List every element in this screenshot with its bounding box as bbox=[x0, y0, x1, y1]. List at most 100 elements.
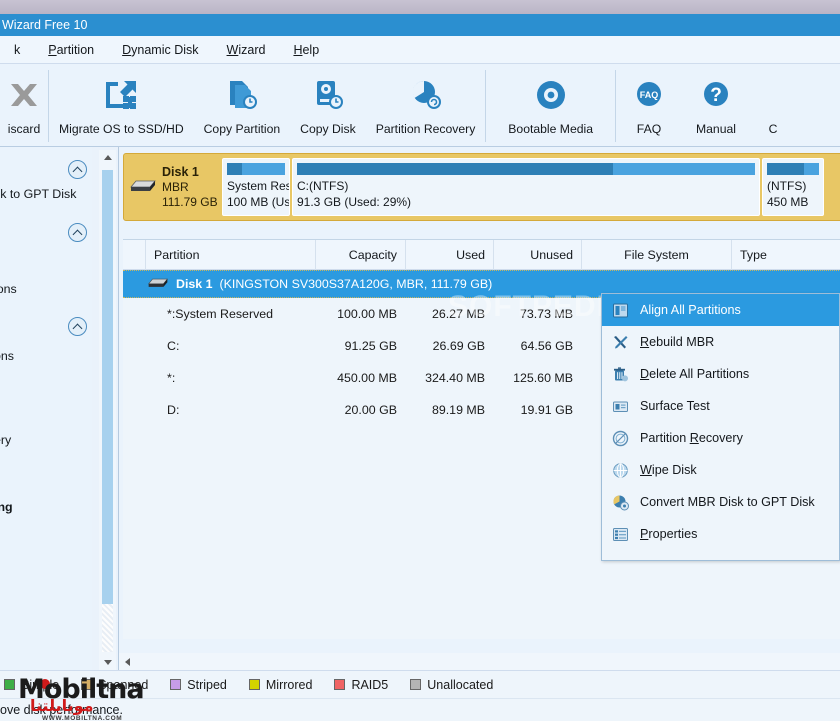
sidebar-item-convert-to-gpt[interactable]: sk to GPT Disk bbox=[0, 187, 76, 201]
usage-bar bbox=[767, 163, 819, 175]
context-menu-item-surface-test[interactable]: Surface Test bbox=[602, 390, 839, 422]
context-menu-label: Align All Partitions bbox=[640, 303, 741, 317]
sidebar-collapse-chevron-3[interactable] bbox=[68, 317, 87, 336]
scroll-track[interactable] bbox=[102, 604, 113, 652]
disk-map-partition-c[interactable]: C:(NTFS) 91.3 GB (Used: 29%) bbox=[292, 158, 760, 216]
toolbar-label-faq: FAQ bbox=[636, 122, 662, 136]
usage-bar bbox=[227, 163, 285, 175]
sidebar: sk to GPT Disk ions ons ery ing bbox=[0, 147, 92, 670]
table-header-file-system[interactable]: File System bbox=[581, 239, 731, 270]
cell-unused: 125.60 MB bbox=[513, 371, 573, 385]
manual-question-icon: ? bbox=[699, 76, 733, 114]
migrate-os-icon bbox=[103, 76, 139, 114]
disk-map-name: Disk 1 bbox=[162, 164, 199, 179]
window-titlebar: Wizard Free 10 bbox=[0, 14, 840, 36]
context-menu-item-delete-all-partitions[interactable]: Delete All Partitions bbox=[602, 358, 839, 390]
context-menu-item-align-all-partitions[interactable]: Align All Partitions bbox=[602, 294, 839, 326]
legend-swatch-striped bbox=[170, 679, 182, 690]
copy-partition-icon bbox=[225, 76, 259, 114]
toolbar-label-partition-recovery: Partition Recovery bbox=[375, 122, 476, 136]
scroll-thumb[interactable] bbox=[102, 170, 113, 604]
menu-item-disk[interactable]: k bbox=[0, 43, 34, 57]
table-header-unused[interactable]: Unused bbox=[493, 239, 581, 270]
sidebar-item-recovery[interactable]: ery bbox=[0, 433, 11, 447]
table-header-type[interactable]: Type bbox=[731, 239, 840, 270]
context-menu-label: Convert MBR Disk to GPT Disk bbox=[640, 495, 815, 509]
sidebar-collapse-chevron-1[interactable] bbox=[68, 160, 87, 179]
menu-item-help[interactable]: Help bbox=[279, 43, 333, 57]
toolbar-group-help: FAQ FAQ ? Manual C bbox=[616, 64, 790, 146]
cell-used: 26.69 GB bbox=[432, 339, 485, 353]
scroll-left-arrow[interactable] bbox=[119, 657, 135, 666]
svg-text:?: ? bbox=[710, 85, 722, 106]
context-menu-item-partition-recovery[interactable]: Partition Recovery bbox=[602, 422, 839, 454]
partition-label: System Rese bbox=[227, 179, 289, 193]
menu-item-partition[interactable]: Partition bbox=[34, 43, 108, 57]
toolbar-button-discard[interactable]: iscard bbox=[0, 64, 48, 146]
toolbar-button-manual[interactable]: ? Manual bbox=[682, 64, 750, 146]
context-menu-item-rebuild-mbr[interactable]: Rebuild MBR bbox=[602, 326, 839, 358]
main-horizontal-scrollbar[interactable] bbox=[119, 653, 840, 670]
legend-label-striped: Striped bbox=[187, 677, 227, 692]
cell-capacity: 91.25 GB bbox=[344, 339, 397, 353]
partition-label: (NTFS) bbox=[767, 179, 807, 193]
cell-partition: *:System Reserved bbox=[167, 307, 274, 321]
toolbar-button-faq[interactable]: FAQ FAQ bbox=[616, 64, 682, 146]
partition-detail: 91.3 GB (Used: 29%) bbox=[297, 194, 412, 209]
toolbar-button-copy-partition[interactable]: Copy Partition bbox=[194, 64, 291, 146]
toolbar-button-bootable-media[interactable]: Bootable Media bbox=[486, 64, 615, 146]
menubar: k Partition Dynamic Disk Wizard Help bbox=[0, 36, 840, 64]
context-menu-item-wipe-disk[interactable]: Wipe Disk bbox=[602, 454, 839, 486]
hard-disk-icon bbox=[147, 276, 169, 293]
window-chrome-top bbox=[0, 0, 840, 14]
disk-map[interactable]: Disk 1 MBR 111.79 GB System Rese 100 MB … bbox=[123, 153, 840, 221]
table-header-gutter bbox=[123, 240, 145, 270]
sidebar-item-operations[interactable]: ons bbox=[0, 349, 14, 363]
disk-context-menu: Align All Partitions Rebuild MBR Delete … bbox=[601, 293, 840, 561]
sidebar-item-pending[interactable]: ing bbox=[0, 500, 13, 514]
disk-map-partition-ntfs-450[interactable]: (NTFS) 450 MB bbox=[762, 158, 824, 216]
scroll-down-arrow[interactable] bbox=[99, 655, 116, 670]
context-menu-label: Delete All Partitions bbox=[640, 367, 750, 381]
convert-disk-icon bbox=[610, 492, 630, 512]
toolbar-button-migrate-os[interactable]: Migrate OS to SSD/HD bbox=[49, 64, 194, 146]
toolbar-label-copy-partition: Copy Partition bbox=[203, 122, 281, 136]
cell-capacity: 100.00 MB bbox=[337, 307, 397, 321]
toolbar-button-copy-disk[interactable]: Copy Disk bbox=[290, 64, 366, 146]
table-header-capacity[interactable]: Capacity bbox=[315, 239, 405, 270]
toolbar-button-partition-recovery[interactable]: Partition Recovery bbox=[366, 64, 486, 146]
menu-item-wizard[interactable]: Wizard bbox=[213, 43, 280, 57]
wrench-screwdriver-icon bbox=[610, 332, 630, 352]
disk-map-info: Disk 1 MBR 111.79 GB bbox=[124, 154, 222, 220]
legend-item-simple: Simple bbox=[4, 678, 59, 692]
sidebar-vertical-scrollbar[interactable] bbox=[99, 150, 116, 670]
menu-item-dynamic-disk[interactable]: Dynamic Disk bbox=[108, 43, 212, 57]
table-header-partition[interactable]: Partition bbox=[145, 239, 315, 270]
svg-text:FAQ: FAQ bbox=[640, 90, 659, 100]
legend-swatch-simple bbox=[4, 679, 15, 690]
toolbar-label-discard: iscard bbox=[7, 122, 41, 136]
context-menu-item-convert-mbr-to-gpt[interactable]: Convert MBR Disk to GPT Disk bbox=[602, 486, 839, 518]
scroll-up-arrow[interactable] bbox=[99, 150, 116, 165]
legend-item-mirrored: Mirrored bbox=[248, 677, 313, 692]
toolbar-button-partial[interactable]: C bbox=[750, 64, 790, 146]
toolbar-group-edit: iscard bbox=[0, 64, 48, 146]
toolbar-group-operations: Migrate OS to SSD/HD Copy Partition Copy… bbox=[49, 64, 485, 146]
cell-used: 324.40 MB bbox=[425, 371, 485, 385]
legend-swatch-spanned bbox=[81, 679, 93, 690]
trash-icon bbox=[610, 364, 630, 384]
hard-disk-icon bbox=[129, 177, 157, 198]
context-menu-label: Surface Test bbox=[640, 399, 710, 413]
cell-unused: 73.73 MB bbox=[519, 307, 573, 321]
disk-map-partition-system-reserved[interactable]: System Rese 100 MB (Use bbox=[222, 158, 290, 216]
window-title: Wizard Free 10 bbox=[2, 18, 88, 32]
cell-unused: 19.91 GB bbox=[520, 403, 573, 417]
table-header-used[interactable]: Used bbox=[405, 239, 493, 270]
context-menu-item-properties[interactable]: Properties bbox=[602, 518, 839, 550]
surface-test-icon bbox=[610, 396, 630, 416]
toolbar-label-partial: C bbox=[768, 122, 778, 136]
legend-item-spanned: Spanned bbox=[81, 678, 148, 692]
sidebar-collapse-chevron-2[interactable] bbox=[68, 223, 87, 242]
sidebar-item-partitions[interactable]: ions bbox=[0, 282, 17, 296]
legend-label-mirrored: Mirrored bbox=[265, 677, 313, 692]
